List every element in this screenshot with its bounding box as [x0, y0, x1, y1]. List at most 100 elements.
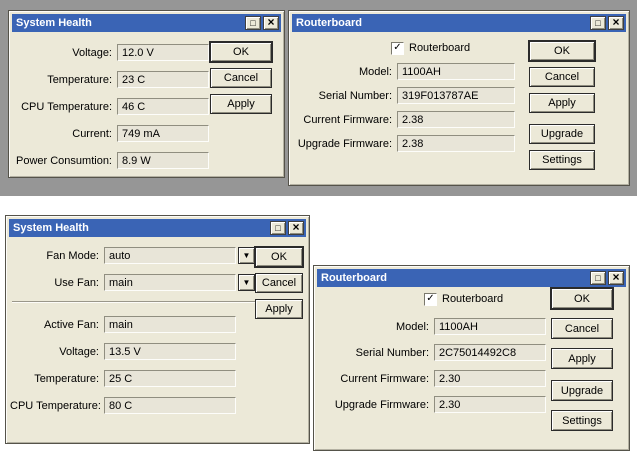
field-label: Current:	[72, 127, 112, 140]
cancel-button[interactable]: Cancel	[255, 273, 303, 293]
field-row: Current Firmware: 2.30	[320, 370, 546, 387]
window-title: Routerboard	[296, 17, 362, 29]
use-fan-dropdown-button[interactable]: ▼	[238, 274, 255, 291]
checkbox-label[interactable]: Routerboard	[442, 293, 503, 305]
ok-button[interactable]: OK	[210, 42, 272, 62]
field-label: Fan Mode:	[46, 249, 99, 262]
window-title: System Health	[13, 222, 89, 234]
routerboard-checkbox[interactable]: ✓	[391, 41, 404, 55]
field-row: Upgrade Firmware: 2.30	[320, 396, 546, 413]
fan-mode-dropdown-button[interactable]: ▼	[238, 247, 255, 264]
field-value: 1100AH	[434, 318, 546, 335]
chevron-down-icon: ▼	[242, 250, 251, 260]
maximize-icon: □	[595, 17, 601, 28]
field-label: Temperature:	[34, 372, 99, 385]
maximize-icon: □	[275, 222, 281, 233]
field-label: Model:	[358, 65, 392, 78]
ok-button[interactable]: OK	[255, 247, 303, 267]
field-value: 12.0 V	[117, 44, 209, 61]
field-row: CPU Temperature: 46 C	[15, 98, 209, 115]
titlebar-buttons: □ ×	[245, 16, 279, 30]
check-icon: ✓	[393, 42, 402, 53]
maximize-button[interactable]: □	[270, 221, 286, 235]
apply-button[interactable]: Apply	[255, 299, 303, 319]
field-row: Current: 749 mA	[15, 125, 209, 142]
maximize-button[interactable]: □	[245, 16, 261, 30]
field-value: main	[104, 316, 236, 333]
routerboard-checkbox[interactable]: ✓	[424, 292, 437, 306]
field-label: Use Fan:	[54, 276, 99, 289]
field-label: Temperature:	[47, 73, 112, 86]
routerboard-checkbox-row: ✓ Routerboard	[391, 41, 470, 55]
ok-button[interactable]: OK	[551, 288, 613, 309]
fan-mode-row: Fan Mode: auto ▼	[10, 247, 255, 264]
field-row: Voltage: 13.5 V	[10, 343, 236, 360]
field-label: Model:	[395, 320, 429, 333]
window-title: Routerboard	[321, 272, 387, 284]
field-value: 2C75014492C8	[434, 344, 546, 361]
field-value: 80 C	[104, 397, 236, 414]
close-button[interactable]: ×	[288, 221, 304, 235]
field-row: Model: 1100AH	[297, 63, 515, 80]
apply-button[interactable]: Apply	[529, 93, 595, 113]
settings-button[interactable]: Settings	[529, 150, 595, 170]
system-health-window-bottom: System Health □ × Fan Mode: auto ▼ Use F…	[5, 215, 310, 444]
field-value: 2.30	[434, 396, 546, 413]
use-fan-value[interactable]: main	[104, 274, 236, 291]
field-value: 2.30	[434, 370, 546, 387]
routerboard-window-top: Routerboard □ × ✓ Routerboard Model: 110…	[288, 10, 630, 186]
fan-mode-value[interactable]: auto	[104, 247, 236, 264]
cancel-button[interactable]: Cancel	[529, 67, 595, 87]
check-icon: ✓	[426, 293, 435, 304]
window-title: System Health	[16, 17, 92, 29]
field-label: Serial Number:	[318, 89, 392, 102]
cancel-button[interactable]: Cancel	[210, 68, 272, 88]
close-button[interactable]: ×	[608, 16, 624, 30]
routerboard-checkbox-row: ✓ Routerboard	[424, 292, 503, 306]
checkbox-label[interactable]: Routerboard	[409, 42, 470, 54]
apply-button[interactable]: Apply	[210, 94, 272, 114]
close-icon: ×	[267, 15, 275, 29]
titlebar[interactable]: Routerboard □ ×	[292, 14, 626, 32]
apply-button[interactable]: Apply	[551, 348, 613, 369]
field-row: Temperature: 25 C	[10, 370, 236, 387]
field-row: Active Fan: main	[10, 316, 236, 333]
field-row: Current Firmware: 2.38	[297, 111, 515, 128]
field-value: 749 mA	[117, 125, 209, 142]
close-button[interactable]: ×	[608, 271, 624, 285]
close-button[interactable]: ×	[263, 16, 279, 30]
settings-button[interactable]: Settings	[551, 410, 613, 431]
field-label: Upgrade Firmware:	[297, 137, 392, 150]
cancel-button[interactable]: Cancel	[551, 318, 613, 339]
ok-button[interactable]: OK	[529, 41, 595, 61]
use-fan-row: Use Fan: main ▼	[10, 274, 255, 291]
field-label: Power Consumtion:	[16, 154, 112, 167]
field-label: CPU Temperature:	[21, 100, 112, 113]
titlebar-buttons: □ ×	[590, 271, 624, 285]
maximize-button[interactable]: □	[590, 16, 606, 30]
field-value: 2.38	[397, 111, 515, 128]
field-value: 46 C	[117, 98, 209, 115]
field-label: Current Firmware:	[340, 372, 429, 385]
separator	[12, 301, 256, 303]
titlebar-buttons: □ ×	[590, 16, 624, 30]
titlebar[interactable]: Routerboard □ ×	[317, 269, 626, 287]
maximize-button[interactable]: □	[590, 271, 606, 285]
titlebar[interactable]: System Health □ ×	[9, 219, 306, 237]
field-row: CPU Temperature: 80 C	[10, 397, 236, 414]
field-row: Temperature: 23 C	[15, 71, 209, 88]
routerboard-window-bottom: Routerboard □ × ✓ Routerboard Model: 110…	[313, 265, 630, 451]
field-label: Current Firmware:	[303, 113, 392, 126]
maximize-icon: □	[595, 272, 601, 283]
field-value: 25 C	[104, 370, 236, 387]
field-row: Model: 1100AH	[320, 318, 546, 335]
close-icon: ×	[292, 220, 300, 234]
field-row: Power Consumtion: 8.9 W	[15, 152, 209, 169]
upgrade-button[interactable]: Upgrade	[529, 124, 595, 144]
titlebar[interactable]: System Health □ ×	[12, 14, 281, 32]
field-row: Serial Number: 319F013787AE	[297, 87, 515, 104]
field-value: 1100AH	[397, 63, 515, 80]
close-icon: ×	[612, 15, 620, 29]
field-label: Upgrade Firmware:	[334, 398, 429, 411]
upgrade-button[interactable]: Upgrade	[551, 380, 613, 401]
